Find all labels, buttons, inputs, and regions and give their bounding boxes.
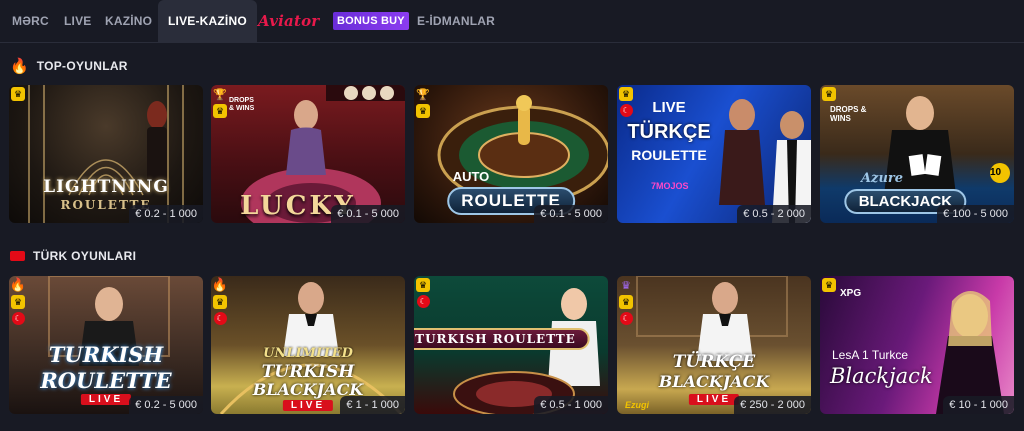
flag-tr-icon: ☾ [416,295,430,308]
game-card-turkish-roulette-2[interactable]: TURKISH ROULETTE ♛ ☾ € 0.5 - 1 000 [414,276,608,414]
studio-logo: 7MOJOS [651,181,689,191]
game-card-azure-blackjack[interactable]: DROPS & WINS 10 Azure BLACKJACK ♛ € 100 … [820,85,1014,223]
nav-item-bonus-buy[interactable]: BONUS BUY [333,12,409,30]
game-prefix: Azure [860,171,904,186]
nav-item-merc[interactable]: MƏRC [12,0,49,42]
bet-range: € 10 - 1 000 [943,396,1014,414]
bet-range: € 0.1 - 5 000 [534,205,608,223]
nav-item-e-idmanlar[interactable]: E-İDMANLAR [417,0,495,42]
studio-logo: XPG [840,288,862,299]
fire-icon: 🔥 [9,277,27,292]
badge-column: ♛ [9,85,27,101]
crown-icon: ♛ [213,295,227,309]
flag-tr-icon: ☾ [11,312,25,325]
game-card-lesa-turkce-blackjack[interactable]: XPG LesA 1 Turkce Blackjack ♛ € 10 - 1 0… [820,276,1014,414]
crown-icon: ♛ [213,104,227,118]
badge-column: ♛ ☾ [414,276,432,308]
game-card-unlimited-turkish-blackjack[interactable]: UNLIMITED TURKISH BLACKJACK LIVE 🔥 ♛ ☾ €… [211,276,405,414]
game-card-turkce-blackjack[interactable]: TÜRKÇE BLACKJACK LIVE Ezugi ♛ ♛ ☾ € 250 … [617,276,811,414]
live-tag: LIVE [282,400,334,411]
crown-icon: ♛ [822,278,836,292]
section-title: TOP-OYUNLAR [36,59,128,73]
game-prefix: LIVE [652,99,686,116]
crown-icon: ♛ [619,87,633,101]
purple-crown-icon: ♛ [621,279,631,292]
flag-tr-icon: ☾ [619,312,633,325]
crown-icon: ♛ [416,278,430,292]
nav-item-live-kazino[interactable]: LIVE-KAZİNO [158,0,257,42]
trophy-icon: 🏆 [213,88,227,101]
nav-item-kazino[interactable]: KAZİNO [105,0,152,42]
crown-icon: ♛ [11,295,25,309]
game-card-lucky[interactable]: DROPS & WINS LUCKY 🏆 ♛ € 0.1 - 5 000 [211,85,405,223]
fire-icon: 🔥 [10,58,29,75]
bet-range: € 0.2 - 5 000 [129,396,203,414]
game-title: TURKISH [48,342,164,367]
badge-column: ♛ ♛ ☾ [617,276,635,325]
fire-icon: 🔥 [211,277,229,292]
game-card-lightning-roulette[interactable]: LIGHTNING ROULETTE ♛ € 0.2 - 1 000 [9,85,203,223]
crown-icon: ♛ [619,295,633,309]
game-title: LesA 1 Turkce [832,348,909,362]
game-title: LIGHTNING [43,177,169,197]
game-title: UNLIMITED [263,346,353,361]
game-subtitle: ROULETTE [631,147,707,163]
drops-wins-tag: DROPS & WINS [229,97,255,112]
section-title: TÜRK OYUNLARI [33,249,137,263]
game-card-auto-roulette[interactable]: AUTO ROULETTE 🏆 ♛ € 0.1 - 5 000 [414,85,608,223]
game-subtitle: BLACKJACK [658,372,770,391]
section-turkish-games-header: TÜRK OYUNLARI [10,246,136,266]
live-tag: LIVE [80,394,132,405]
game-subtitle: Blackjack [830,364,933,388]
bet-range: € 100 - 5 000 [937,205,1014,223]
game-prefix: AUTO [452,169,490,184]
badge-column: 🏆 ♛ [211,85,229,118]
live-tag: LIVE [688,394,740,405]
bet-range: € 0.1 - 5 000 [331,205,405,223]
crown-icon: ♛ [11,87,25,101]
game-card-turkce-roulette[interactable]: LIVE TÜRKÇE ROULETTE 7MOJOS ♛ ☾ € 0.5 - … [617,85,811,223]
badge-column: 🔥 ♛ ☾ [211,276,229,325]
badge-column: ♛ ☾ [617,85,635,117]
bet-range: € 0.5 - 2 000 [737,205,811,223]
badge-column: ♛ [820,85,838,101]
section-top-games-header: 🔥 TOP-OYUNLAR [10,56,128,76]
nav-item-live[interactable]: LIVE [64,0,91,42]
trophy-icon: 🏆 [416,88,430,101]
top-nav: MƏRC LIVE KAZİNO LIVE-KAZİNO Aviator BON… [0,0,1024,43]
flag-tr-icon: ☾ [213,312,227,325]
flag-tr-icon [10,251,25,261]
bet-range: € 250 - 2 000 [734,396,811,414]
nav-item-aviator[interactable]: Aviator [258,0,319,42]
crown-icon: ♛ [822,87,836,101]
bet-range: € 1 - 1 000 [340,396,405,414]
badge-column: 🔥 ♛ ☾ [9,276,27,325]
drops-wins-tag: DROPS & WINS [830,105,867,123]
studio-logo: Ezugi [625,400,649,410]
flag-tr-icon: ☾ [619,104,633,117]
game-title: TÜRKÇE [672,352,756,372]
game-title: TÜRKÇE [627,121,711,143]
game-subtitle: TURKISH [261,362,355,382]
badge-column: 🏆 ♛ [414,85,432,118]
crown-icon: ♛ [416,104,430,118]
badge-column: ♛ [820,276,838,292]
game-card-turkish-roulette[interactable]: TURKISH ROULETTE LIVE 🔥 ♛ ☾ € 0.2 - 5 00… [9,276,203,414]
game-subtitle: ROULETTE [40,368,172,393]
bet-range: € 0.5 - 1 000 [534,396,608,414]
bet-range: € 0.2 - 1 000 [129,205,203,223]
game-title: TURKISH ROULETTE [414,328,590,350]
